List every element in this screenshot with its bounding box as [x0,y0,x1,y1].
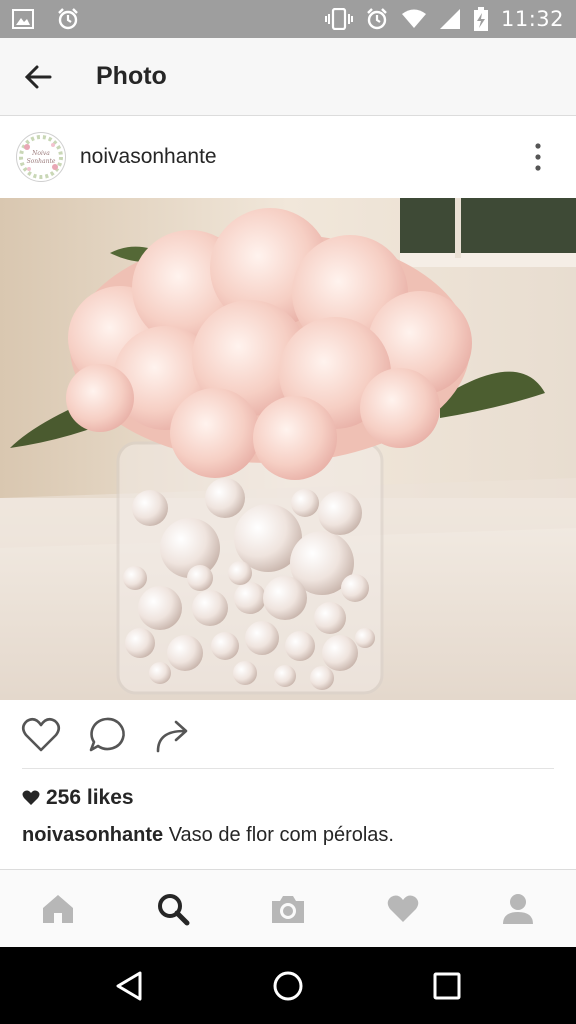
more-vertical-icon [535,143,541,171]
tab-camera[interactable] [253,874,323,944]
back-triangle-icon [116,971,142,1000]
heart-icon [387,895,419,922]
status-bar: 11:32 [0,0,576,38]
signal-icon [439,8,461,30]
divider [22,768,554,769]
vibrate-icon [324,8,353,30]
status-right: 11:32 [324,7,564,31]
post-photo[interactable] [0,198,576,700]
bottom-tab-bar [0,869,576,947]
image-icon [12,9,34,29]
post-username[interactable]: noivasonhante [80,145,217,169]
tab-search[interactable] [138,874,208,944]
svg-text:Sonhante: Sonhante [27,158,56,165]
comment-icon [89,717,125,752]
back-button[interactable] [0,38,76,116]
home-circle-icon [273,971,303,1000]
camera-icon [271,895,304,923]
status-left [12,7,80,31]
battery-charging-icon [473,7,489,31]
heart-icon [21,717,61,752]
home-icon [42,894,73,923]
avatar[interactable]: Noiva Sonhante [16,132,66,182]
search-icon [157,893,190,925]
system-back-button[interactable] [99,956,159,1016]
system-nav-bar [0,947,576,1024]
profile-icon [503,893,534,924]
arrow-left-icon [24,65,52,88]
recents-square-icon [433,972,461,999]
post-actions [0,700,576,770]
photo-image [0,198,576,700]
share-icon [156,720,188,753]
alarm-icon [56,7,80,31]
app-bar: Photo [0,38,576,116]
wifi-icon [401,9,427,29]
system-home-button[interactable] [258,956,318,1016]
tab-profile[interactable] [483,874,553,944]
like-button[interactable] [20,714,62,756]
more-options-button[interactable] [500,117,576,197]
likes-count: 256 likes [46,786,134,809]
caption: noivasonhante Vaso de flor com pérolas. [22,824,394,847]
page-title: Photo [96,62,167,90]
alarm-icon [365,7,389,31]
likes-row[interactable]: 256 likes [22,786,134,810]
avatar-wreath-image: Noiva Sonhante [19,135,63,179]
post-header: Noiva Sonhante noivasonhante [0,117,576,197]
comment-button[interactable] [86,714,128,756]
heart-filled-icon [22,790,40,805]
tab-home[interactable] [23,874,93,944]
caption-username[interactable]: noivasonhante [22,824,163,846]
tab-activity[interactable] [368,874,438,944]
share-button[interactable] [152,714,194,756]
status-time: 11:32 [500,7,564,31]
caption-text: Vaso de flor com pérolas. [163,824,394,846]
system-recents-button[interactable] [417,956,477,1016]
svg-text:Noiva: Noiva [31,150,50,157]
